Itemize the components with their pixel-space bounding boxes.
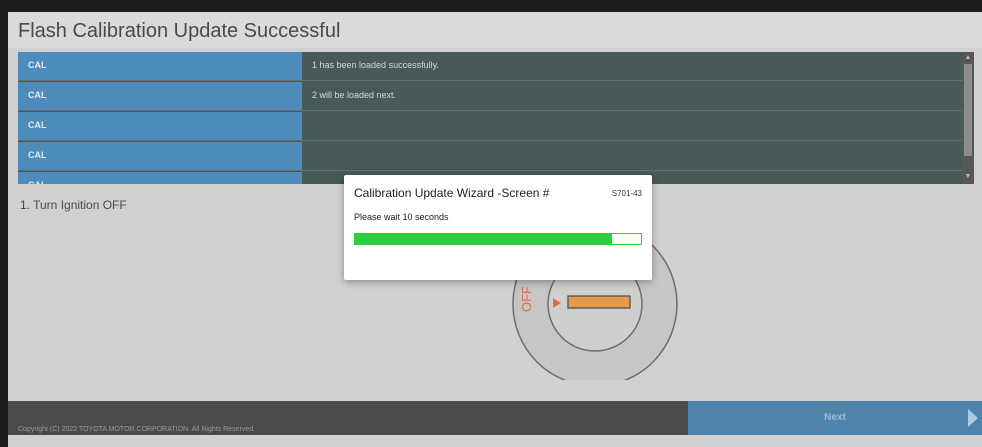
dialog-title: Calibration Update Wizard -Screen # (354, 186, 550, 200)
screen-code: S701-43 (611, 189, 642, 198)
wizard-dialog: Calibration Update Wizard -Screen # S701… (344, 175, 652, 280)
progress-bar (354, 233, 642, 245)
progress-fill (355, 234, 613, 244)
dialog-message: Please wait 10 seconds (354, 212, 449, 222)
